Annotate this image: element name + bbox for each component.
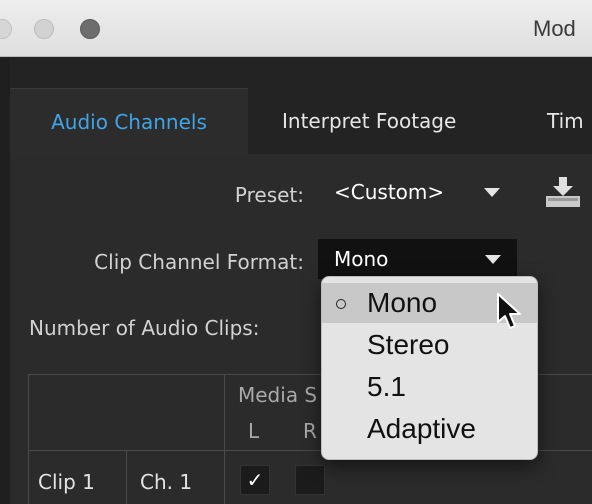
media-source-header: Media S [238,383,318,407]
menu-item-label: Mono [367,287,438,318]
window-titlebar: Mod [0,0,592,57]
mouse-pointer-icon [497,293,521,329]
menu-item-label: Adaptive [367,413,476,444]
menu-item-label: 5.1 [367,371,406,402]
tab-interpret-footage[interactable]: Interpret Footage [282,88,456,154]
tab-bar: Audio Channels Interpret Footage Tim [10,88,592,154]
window-title: Mod [533,16,576,41]
zoom-window-button[interactable] [80,19,100,39]
table-divider [224,374,225,504]
menu-item-adaptive[interactable]: Adaptive [322,409,537,449]
clip-channel-format-value: Mono [334,247,389,271]
tab-audio-channels[interactable]: Audio Channels [10,88,248,154]
clip-channel-format-label: Clip Channel Format: [94,250,304,274]
chevron-down-icon [484,188,500,197]
clip-cell: Clip 1 [38,470,95,494]
number-of-audio-clips-label: Number of Audio Clips: [29,316,260,340]
left-channel-header: L [248,419,260,443]
table-divider [126,450,127,504]
minimize-window-button[interactable] [34,19,54,39]
table-border [28,374,29,504]
tab-timecode[interactable]: Tim [547,88,584,154]
menu-item-label: Stereo [367,329,450,360]
menu-item-5-1[interactable]: 5.1 [322,367,537,407]
preset-dropdown[interactable]: <Custom> [318,172,516,212]
clip-channel-format-dropdown[interactable]: Mono [318,239,517,279]
right-channel-checkbox[interactable] [295,465,325,495]
preset-value: <Custom> [334,180,445,204]
download-preset-icon[interactable] [544,176,582,208]
chevron-down-icon [485,255,501,264]
close-window-button[interactable] [0,19,12,39]
left-channel-checkbox[interactable]: ✓ [240,465,270,495]
right-channel-header: R [303,419,317,443]
channel-cell: Ch. 1 [140,470,193,494]
preset-label: Preset: [234,183,304,207]
radio-selected-icon [336,299,346,309]
